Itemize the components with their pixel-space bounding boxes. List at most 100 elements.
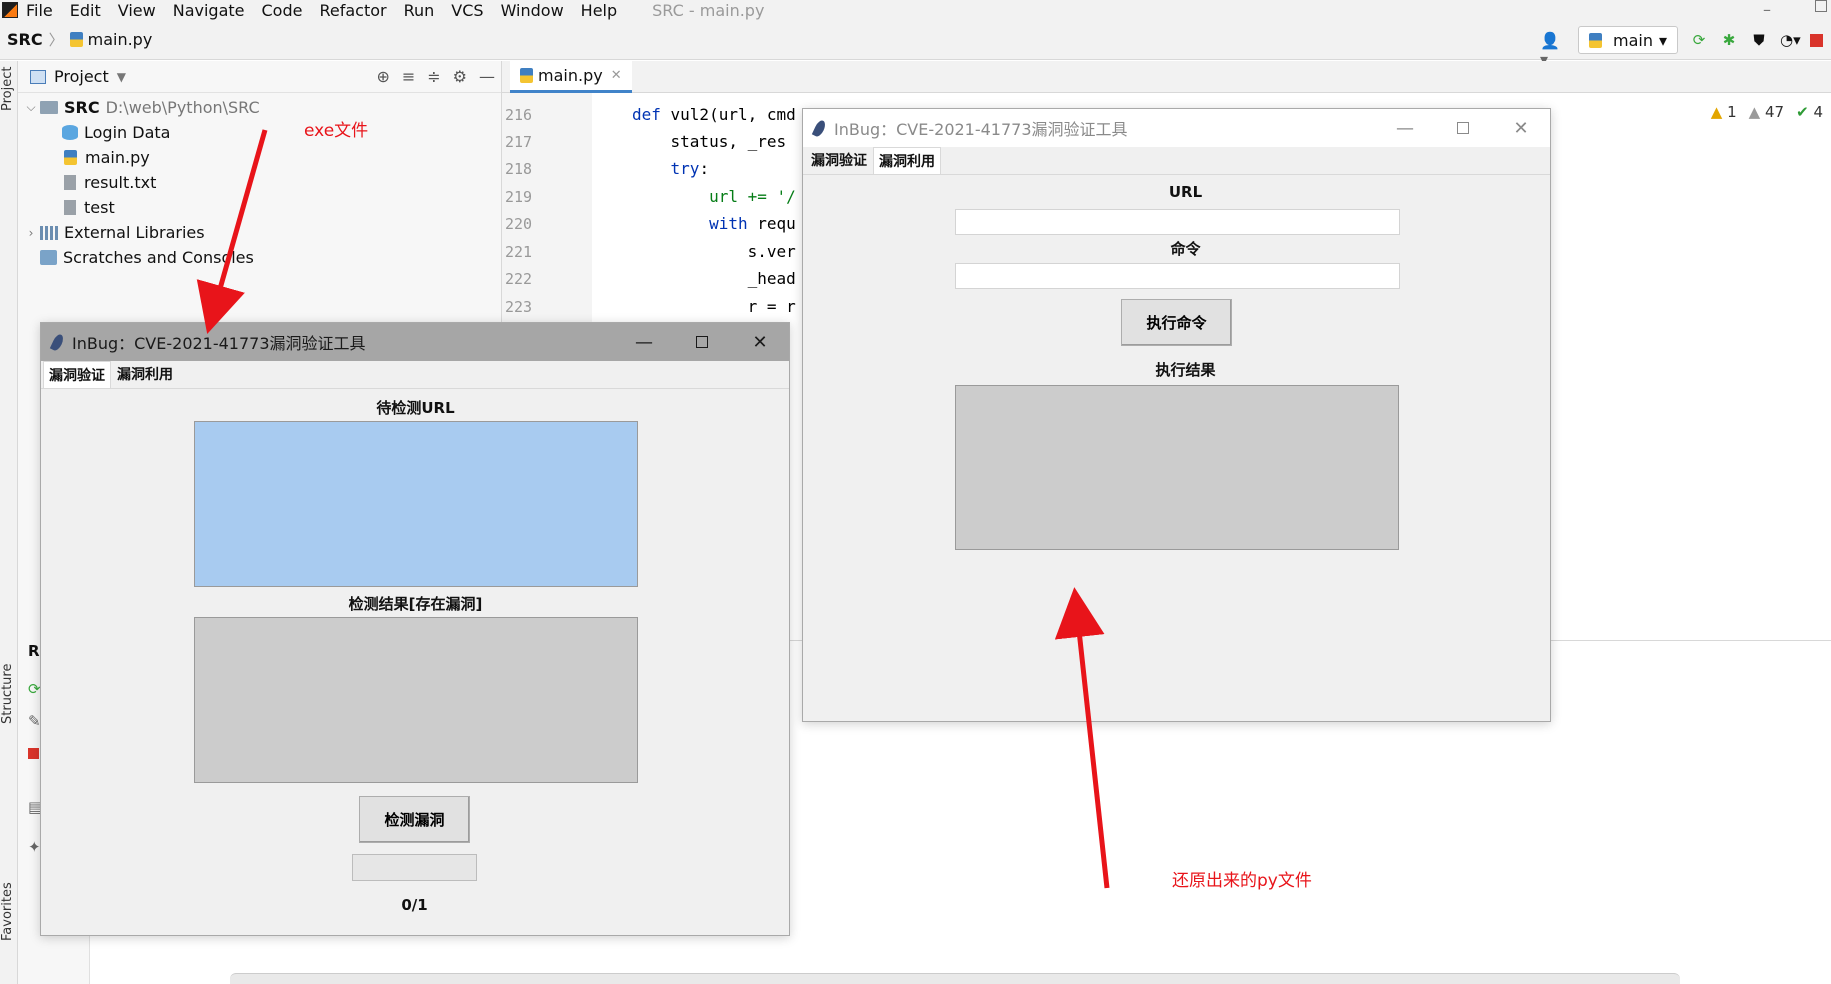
code-line[interactable]: r = r: [632, 297, 796, 316]
tree-item-label: Login Data: [84, 123, 171, 142]
menu-vcs[interactable]: VCS: [451, 1, 483, 20]
command-label: 命令: [1170, 240, 1201, 258]
menu-window[interactable]: Window: [501, 1, 564, 20]
exploit-notebook-tabs: 漏洞验证 漏洞利用: [803, 147, 1550, 175]
breadcrumb-file[interactable]: main.py: [69, 30, 153, 49]
close-icon[interactable]: ✕: [611, 68, 622, 83]
menu-help[interactable]: Help: [581, 1, 617, 20]
rerun-icon[interactable]: ⟳: [28, 680, 41, 698]
ide-minimize-icon[interactable]: –: [1763, 0, 1771, 19]
scratches-icon: [40, 250, 57, 265]
project-panel-tools: ⊕ ≡ ≑ ⚙ —: [376, 67, 495, 86]
tab-verify[interactable]: 漏洞验证: [805, 146, 873, 174]
code-line[interactable]: try:: [632, 159, 710, 178]
window-controls: — ✕: [615, 323, 789, 361]
breadcrumb-separator-icon: 〉: [48, 31, 64, 49]
code-line[interactable]: status, _res: [632, 132, 787, 151]
code-line[interactable]: with requ: [632, 214, 796, 233]
tree-item-login-data[interactable]: Login Data: [18, 120, 501, 145]
project-tool-tab[interactable]: Project: [0, 67, 15, 111]
line-number: 218: [505, 160, 533, 178]
exploit-window-titlebar[interactable]: InBug：CVE-2021-41773漏洞验证工具 — ✕: [803, 109, 1550, 147]
verify-notebook-tabs: 漏洞验证 漏洞利用: [41, 361, 789, 389]
maximize-icon[interactable]: [673, 323, 731, 361]
execute-command-button[interactable]: 执行命令: [1121, 299, 1232, 346]
expanded-arrow-icon[interactable]: ⌵: [22, 100, 40, 115]
line-number: 220: [505, 215, 533, 233]
tree-item-result-txt[interactable]: result.txt: [18, 170, 501, 195]
target-url-text[interactable]: [194, 421, 638, 587]
rerun-icon[interactable]: ⟳: [1690, 31, 1708, 49]
left-tool-strip: Project Structure Favorites: [0, 61, 18, 984]
close-icon[interactable]: ✕: [731, 323, 789, 361]
editor-tab-main-py[interactable]: main.py ✕: [510, 61, 632, 93]
tab-exploit[interactable]: 漏洞利用: [111, 360, 179, 388]
coverage-icon[interactable]: ⛊: [1750, 31, 1768, 49]
url-input[interactable]: [955, 209, 1400, 235]
problems-indicator[interactable]: ▲ 1 ▲ 47 ✔ 4: [1711, 103, 1823, 121]
stop-icon[interactable]: [1810, 33, 1823, 47]
warning-icon: ▲: [1710, 103, 1723, 121]
code-line[interactable]: def vul2(url, cmd: [632, 105, 796, 124]
minimize-icon[interactable]: —: [615, 323, 673, 361]
tree-item-label: main.py: [85, 148, 150, 167]
collapse-all-icon[interactable]: ≑: [427, 67, 440, 86]
exec-result-label: 执行结果: [1155, 361, 1216, 379]
tab-exploit[interactable]: 漏洞利用: [873, 147, 941, 174]
project-panel-title[interactable]: Project: [54, 67, 109, 86]
structure-tool-tab[interactable]: Structure: [0, 664, 15, 724]
breadcrumb-project[interactable]: SRC: [7, 30, 43, 49]
expand-all-icon[interactable]: ≡: [402, 67, 415, 86]
exploit-window: InBug：CVE-2021-41773漏洞验证工具 — ✕ 漏洞验证 漏洞利用…: [802, 108, 1551, 722]
menu-bar: File Edit View Navigate Code Refactor Ru…: [0, 0, 1831, 20]
command-input[interactable]: [955, 263, 1400, 289]
code-line[interactable]: s.ver: [632, 242, 796, 261]
menu-file[interactable]: File: [26, 1, 53, 20]
run-config-select[interactable]: main ▾: [1577, 26, 1678, 54]
tree-item-external-libraries[interactable]: › External Libraries: [18, 220, 501, 245]
file-icon: [64, 200, 76, 215]
collapsed-arrow-icon[interactable]: ›: [22, 226, 40, 240]
menu-run[interactable]: Run: [404, 1, 435, 20]
hide-icon[interactable]: —: [479, 67, 495, 86]
tree-root-src[interactable]: ⌵ SRC D:\web\Python\SRC: [18, 95, 501, 120]
progress-text: 0/1: [401, 896, 428, 914]
debug-icon[interactable]: ✱: [1720, 31, 1738, 49]
pycharm-logo-icon: [2, 2, 18, 18]
tree-item-scratches[interactable]: Scratches and Consoles: [18, 245, 501, 270]
menu-code[interactable]: Code: [262, 1, 303, 20]
tree-item-label: result.txt: [84, 173, 157, 192]
menu-view[interactable]: View: [118, 1, 156, 20]
tab-verify[interactable]: 漏洞验证: [43, 361, 111, 388]
tree-item-test[interactable]: test: [18, 195, 501, 220]
menu-refactor[interactable]: Refactor: [319, 1, 386, 20]
line-number: 219: [505, 188, 533, 206]
stop-icon[interactable]: [28, 748, 39, 759]
tree-item-main-py[interactable]: main.py: [18, 145, 501, 170]
detect-vuln-button[interactable]: 检测漏洞: [359, 796, 470, 843]
minimize-icon[interactable]: —: [1376, 109, 1434, 147]
warning-count: ▲ 1: [1710, 103, 1737, 121]
locate-icon[interactable]: ⊕: [376, 67, 389, 86]
code-line[interactable]: url += '/: [632, 187, 796, 206]
profile-icon[interactable]: ◔▾: [1780, 31, 1801, 49]
chevron-down-icon[interactable]: ▼: [117, 70, 126, 84]
menu-navigate[interactable]: Navigate: [173, 1, 245, 20]
verify-window-titlebar[interactable]: InBug：CVE-2021-41773漏洞验证工具 — ✕: [41, 323, 789, 361]
favorites-tool-tab[interactable]: Favorites: [0, 882, 15, 941]
weak-warning-icon: ▲: [1748, 103, 1761, 121]
run-panel-tab[interactable]: R: [28, 642, 40, 660]
code-line[interactable]: _head: [632, 269, 796, 288]
close-icon[interactable]: ✕: [1492, 109, 1550, 147]
detect-result-text[interactable]: [194, 617, 638, 783]
exec-result-text[interactable]: [955, 385, 1399, 550]
maximize-icon[interactable]: [1434, 109, 1492, 147]
pin-icon[interactable]: ✦: [28, 838, 41, 856]
breadcrumb-file-label: main.py: [87, 30, 153, 49]
python-config-icon: [1588, 32, 1602, 48]
user-account-icon[interactable]: 👤▾: [1540, 31, 1566, 69]
gear-icon[interactable]: ⚙: [453, 67, 467, 86]
menu-edit[interactable]: Edit: [70, 1, 101, 20]
wrench-icon[interactable]: ✎: [28, 712, 41, 730]
ide-maximize-icon[interactable]: [1815, 0, 1827, 12]
